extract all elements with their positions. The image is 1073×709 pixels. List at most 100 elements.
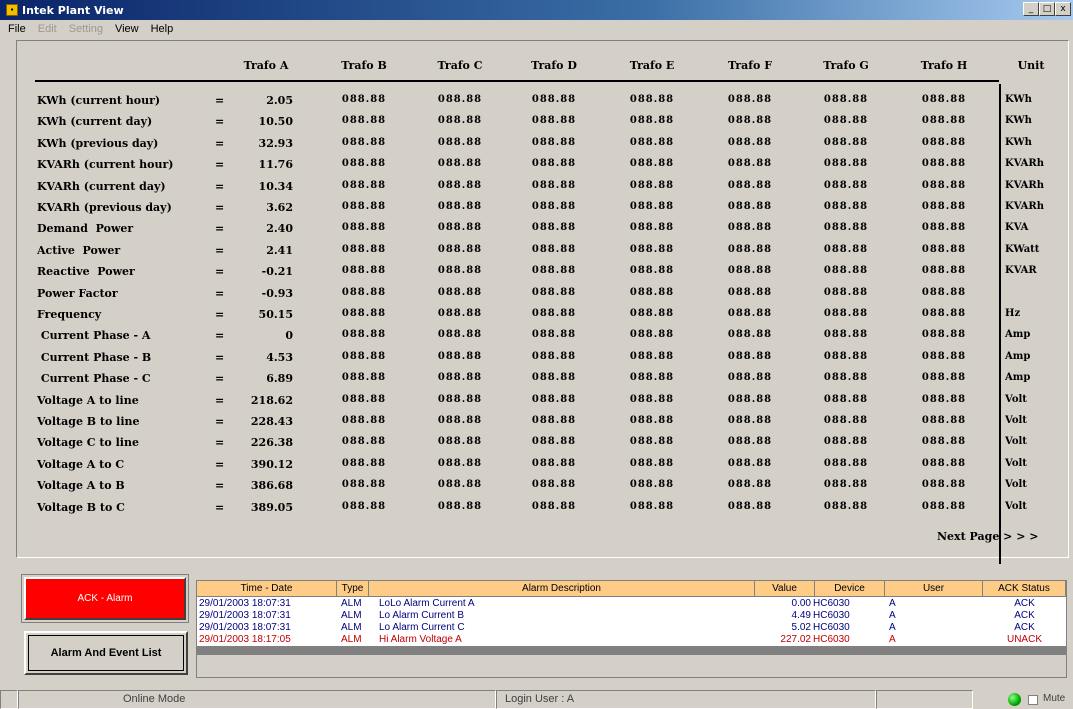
trafo-e-value: 088.88 (629, 436, 675, 447)
trafo-b-value: 088.88 (341, 180, 387, 191)
title-bar: ▪ Intek Plant View _ □ x (0, 0, 1073, 20)
row-label: Voltage A to C (37, 458, 125, 471)
maximize-button[interactable]: □ (1039, 2, 1055, 16)
trafo-e-value: 088.88 (629, 287, 675, 298)
column-header-trafo-e: Trafo E (629, 59, 675, 72)
row-label: Power Factor (37, 287, 118, 300)
trafo-c-value: 088.88 (437, 351, 483, 362)
column-header-trafo-a: Trafo A (243, 59, 289, 72)
alarm-event-list-button[interactable]: Alarm And Event List (24, 631, 188, 675)
alarm-cell-status: ACK (1014, 610, 1035, 621)
row-unit: Amp (1005, 329, 1031, 340)
row-equals: = (215, 94, 225, 107)
trafo-a-value: 11.76 (258, 158, 293, 171)
alarm-cell-device: HC6030 (813, 598, 850, 609)
trafo-h-value: 088.88 (921, 308, 967, 319)
trafo-c-value: 088.88 (437, 436, 483, 447)
menu-help[interactable]: Help (151, 23, 174, 35)
trafo-e-value: 088.88 (629, 479, 675, 490)
trafo-e-value: 088.88 (629, 458, 675, 469)
trafo-b-value: 088.88 (341, 394, 387, 405)
alarm-row[interactable]: 29/01/2003 18:07:31 ALM Lo Alarm Current C… (197, 622, 1066, 634)
row-unit: Hz (1005, 308, 1021, 319)
trafo-c-value: 088.88 (437, 415, 483, 426)
alarm-column-header[interactable]: Value (755, 581, 815, 597)
alarm-cell-desc: Lo Alarm Current C (379, 622, 465, 633)
status-mode: Online Mode (18, 690, 496, 709)
mute-checkbox[interactable] (1028, 695, 1038, 705)
trafo-h-value: 088.88 (921, 479, 967, 490)
row-unit: KWatt (1005, 244, 1040, 255)
alarm-column-header[interactable]: User (885, 581, 983, 597)
trafo-a-value: -0.21 (261, 265, 293, 278)
alarm-cell-time: 29/01/2003 18:07:31 (199, 610, 291, 621)
measurement-row: KVARh (current hour) = 11.76 088.88 088.88 08… (17, 158, 1068, 179)
measurement-row: Reactive Power = -0.21 088.88 088.88 088.88 08… (17, 265, 1068, 286)
trafo-b-value: 088.88 (341, 436, 387, 447)
row-unit: Volt (1005, 436, 1027, 447)
menu-view[interactable]: View (115, 23, 139, 35)
row-equals: = (215, 394, 225, 407)
header-divider (35, 80, 999, 82)
row-unit: KWh (1005, 137, 1032, 148)
menu-edit[interactable]: Edit (38, 23, 57, 35)
trafo-g-value: 088.88 (823, 180, 869, 191)
trafo-h-value: 088.88 (921, 158, 967, 169)
measurement-row: Voltage C to line = 226.38 088.88 088.88 088.… (17, 436, 1068, 457)
measurement-row: Current Phase - B = 4.53 088.88 088.88 088.88… (17, 351, 1068, 372)
trafo-g-value: 088.88 (823, 115, 869, 126)
alarm-column-header[interactable]: Type (337, 581, 369, 597)
trafo-c-value: 088.88 (437, 501, 483, 512)
trafo-e-value: 088.88 (629, 158, 675, 169)
alarm-column-header[interactable]: Alarm Description (369, 581, 755, 597)
row-equals: = (215, 158, 225, 171)
alarm-cell-status: ACK (1014, 622, 1035, 633)
alarm-column-header[interactable]: Device (815, 581, 885, 597)
row-unit: Amp (1005, 372, 1031, 383)
alarm-cell-desc: Lo Alarm Current B (379, 610, 465, 621)
trafo-g-value: 088.88 (823, 158, 869, 169)
trafo-g-value: 088.88 (823, 137, 869, 148)
trafo-a-value: 2.05 (266, 94, 293, 107)
trafo-h-value: 088.88 (921, 265, 967, 276)
measurement-row: Active Power = 2.41 088.88 088.88 088.88 088.8… (17, 244, 1068, 265)
trafo-d-value: 088.88 (531, 308, 577, 319)
trafo-h-value: 088.88 (921, 394, 967, 405)
trafo-f-value: 088.88 (727, 308, 773, 319)
trafo-f-value: 088.88 (727, 458, 773, 469)
trafo-b-value: 088.88 (341, 372, 387, 383)
trafo-f-value: 088.88 (727, 287, 773, 298)
trafo-g-value: 088.88 (823, 394, 869, 405)
trafo-e-value: 088.88 (629, 329, 675, 340)
trafo-d-value: 088.88 (531, 244, 577, 255)
trafo-a-value: 218.62 (250, 394, 293, 407)
row-equals: = (215, 308, 225, 321)
trafo-g-value: 088.88 (823, 265, 869, 276)
trafo-e-value: 088.88 (629, 244, 675, 255)
menu-file[interactable]: File (8, 23, 26, 35)
row-unit: Volt (1005, 501, 1027, 512)
alarm-cell-type: ALM (341, 598, 362, 609)
next-page-link[interactable]: Next Page > > > (937, 530, 1038, 543)
alarm-column-header[interactable]: Time - Date (197, 581, 337, 597)
alarm-cell-device: HC6030 (813, 634, 850, 645)
trafo-b-value: 088.88 (341, 222, 387, 233)
trafo-e-value: 088.88 (629, 415, 675, 426)
trafo-b-value: 088.88 (341, 308, 387, 319)
measurement-row: Voltage A to B = 386.68 088.88 088.88 088.88 0… (17, 479, 1068, 500)
menu-setting[interactable]: Setting (69, 23, 103, 35)
alarm-row[interactable]: 29/01/2003 18:17:05 ALM Hi Alarm Voltage A… (197, 634, 1066, 646)
trafo-a-value: 386.68 (250, 479, 293, 492)
online-status-icon (1008, 693, 1021, 706)
alarm-row[interactable]: 29/01/2003 18:07:31 ALM Lo Alarm Current B… (197, 610, 1066, 622)
trafo-c-value: 088.88 (437, 201, 483, 212)
trafo-c-value: 088.88 (437, 222, 483, 233)
trafo-a-value: 10.34 (258, 180, 293, 193)
close-button[interactable]: x (1055, 2, 1071, 16)
ack-alarm-button[interactable]: ACK - Alarm (24, 577, 186, 620)
trafo-e-value: 088.88 (629, 394, 675, 405)
alarm-row[interactable]: 29/01/2003 18:07:31 ALM LoLo Alarm Current… (197, 598, 1066, 610)
alarm-column-header[interactable]: ACK Status (983, 581, 1066, 597)
minimize-button[interactable]: _ (1023, 2, 1039, 16)
trafo-a-value: 390.12 (250, 458, 293, 471)
